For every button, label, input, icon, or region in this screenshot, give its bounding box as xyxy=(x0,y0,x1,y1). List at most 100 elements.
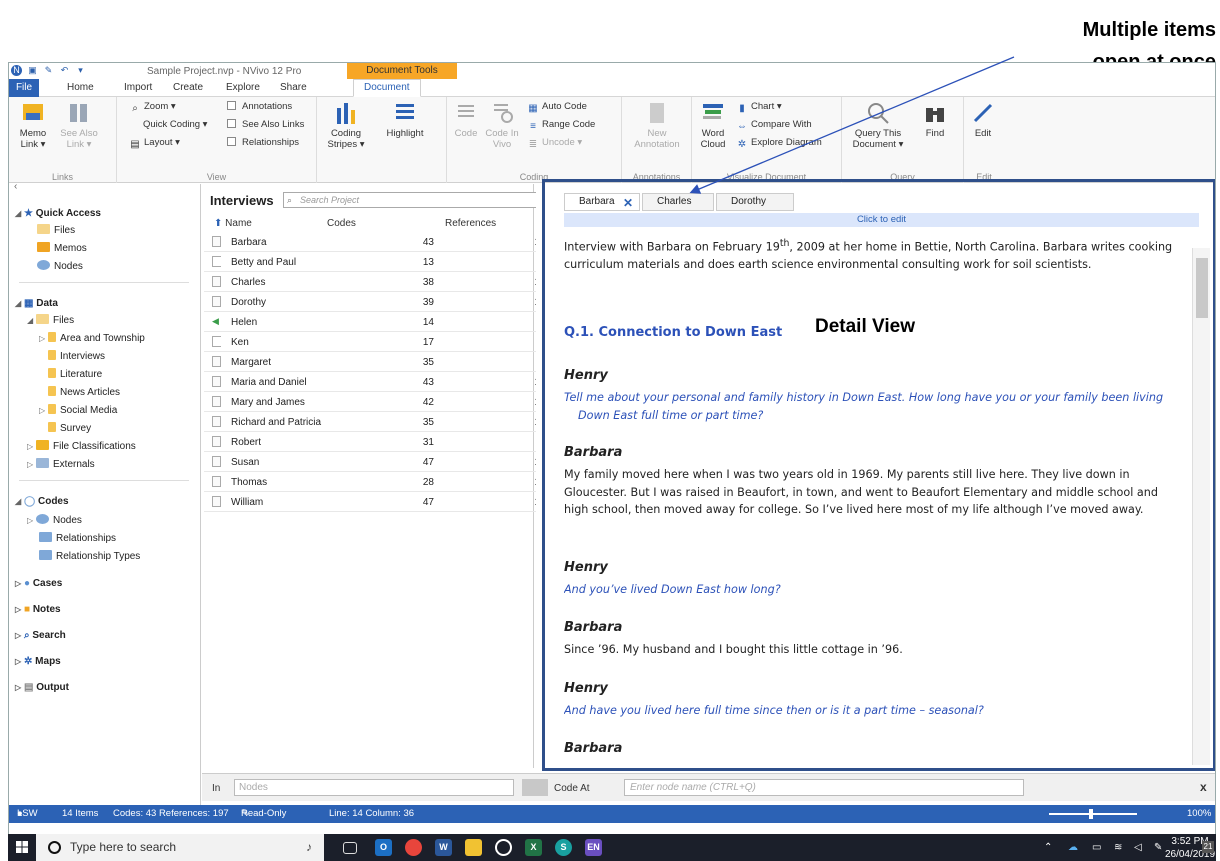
close-coding-bar-icon[interactable]: x xyxy=(1200,780,1207,794)
see-also-link-button[interactable]: See Also Link ▾ xyxy=(59,100,99,150)
table-row[interactable]: William 47 1 xyxy=(204,492,549,512)
uncode-button[interactable]: ≣ Uncode ▾ xyxy=(527,137,582,151)
battery-icon[interactable]: ▭ xyxy=(1092,841,1101,854)
tab-home[interactable]: Home xyxy=(67,82,94,93)
nav-data[interactable]: ◢ ▦ Data xyxy=(15,298,58,310)
onedrive-icon[interactable]: ☁ xyxy=(1068,841,1078,854)
table-row[interactable]: Dorothy 39 1 xyxy=(204,292,549,312)
word-icon[interactable]: W xyxy=(435,839,452,856)
nav-relationship-types[interactable]: Relationship Types xyxy=(39,550,140,563)
tab-document[interactable]: Document xyxy=(353,79,421,97)
volume-icon[interactable]: ◁ xyxy=(1134,841,1142,854)
document-content[interactable]: Interview with Barbara on February 19th,… xyxy=(564,229,1194,767)
word-cloud-button[interactable]: Word Cloud xyxy=(696,100,730,150)
explore-diagram-button[interactable]: ✲ Explore Diagram xyxy=(736,137,822,151)
table-row[interactable]: Barbara 43 1 xyxy=(204,232,549,252)
file-explorer-icon[interactable] xyxy=(465,839,482,856)
nav-folder-literature[interactable]: Literature xyxy=(48,368,102,381)
find-button[interactable]: Find xyxy=(920,100,950,139)
table-row[interactable]: Betty and Paul 13 xyxy=(204,252,549,272)
table-row[interactable]: Ken 17 xyxy=(204,332,549,352)
collapse-nav-icon[interactable]: ‹ xyxy=(14,181,17,193)
compare-with-button[interactable]: ⇔ Compare With xyxy=(736,119,812,133)
nav-relationships[interactable]: Relationships xyxy=(39,532,116,545)
task-view-icon[interactable] xyxy=(343,842,357,854)
edit-button[interactable]: Edit xyxy=(968,100,998,139)
zoom-button[interactable]: ⌕ Zoom ▾ xyxy=(129,101,176,115)
nav-quick-memos[interactable]: Memos xyxy=(37,242,87,255)
auto-code-button[interactable]: ▦ Auto Code xyxy=(527,101,587,115)
table-row[interactable]: Maria and Daniel 43 1 xyxy=(204,372,549,392)
tab-explore[interactable]: Explore xyxy=(226,82,260,93)
table-row[interactable]: Mary and James 42 1 xyxy=(204,392,549,412)
nav-quick-nodes[interactable]: Nodes xyxy=(37,260,83,273)
code-at-field[interactable]: Enter node name (CTRL+Q) xyxy=(624,779,1024,796)
document-scrollbar[interactable] xyxy=(1192,248,1210,765)
highlight-button[interactable]: Highlight xyxy=(377,100,433,139)
save-icon[interactable]: ▣ xyxy=(27,65,38,76)
code-in-vivo-button[interactable]: Code In Vivo xyxy=(485,100,519,150)
notification-center-icon[interactable]: 21 xyxy=(1202,841,1214,853)
zoom-slider[interactable] xyxy=(1049,809,1137,819)
nav-data-files[interactable]: ◢ Files xyxy=(27,314,74,327)
wifi-icon[interactable]: ≋ xyxy=(1114,841,1122,854)
annotations-check-box[interactable] xyxy=(227,101,236,110)
taskbar-search-box[interactable]: Type here to search ♪ xyxy=(36,834,324,861)
table-row[interactable]: Robert 31 xyxy=(204,432,549,452)
pen-icon[interactable]: ✎ xyxy=(1154,841,1162,854)
language-app-icon[interactable]: EN xyxy=(585,839,602,856)
relationships-checkbox[interactable]: Relationships xyxy=(227,137,299,149)
chart-button[interactable]: ▮ Chart ▾ xyxy=(736,101,781,115)
nav-output[interactable]: ▷ ▤ Output xyxy=(15,682,69,694)
tab-create[interactable]: Create xyxy=(173,82,203,93)
excel-icon[interactable]: X xyxy=(525,839,542,856)
nav-notes[interactable]: ▷ ■ Notes xyxy=(15,604,61,616)
nvivo-taskbar-icon[interactable] xyxy=(495,839,512,856)
chrome-icon[interactable] xyxy=(405,839,422,856)
nav-folder-social-media[interactable]: ▷ Social Media xyxy=(39,404,117,417)
doc-tab-dorothy[interactable]: Dorothy xyxy=(716,193,794,211)
range-code-button[interactable]: ≡ Range Code xyxy=(527,119,595,133)
new-annotation-button[interactable]: New Annotation xyxy=(632,100,682,150)
column-header-codes[interactable]: Codes xyxy=(327,218,356,229)
nav-quick-access[interactable]: ◢ ★ Quick Access xyxy=(15,208,101,220)
nav-folder-interviews[interactable]: Interviews xyxy=(48,350,105,363)
table-row[interactable]: ◀ Helen 14 xyxy=(204,312,549,332)
nav-codes-nodes[interactable]: ▷ Nodes xyxy=(27,514,82,527)
microphone-icon[interactable]: ♪ xyxy=(306,834,312,861)
tab-share[interactable]: Share xyxy=(280,82,307,93)
column-header-references[interactable]: References xyxy=(445,218,496,229)
nav-externals[interactable]: ▷ Externals xyxy=(27,458,95,471)
qat-dropdown-icon[interactable]: ▾ xyxy=(75,65,86,76)
code-at-selector[interactable] xyxy=(522,779,548,796)
quick-coding-button[interactable]: Quick Coding ▾ xyxy=(143,119,207,131)
tab-file[interactable]: File xyxy=(9,79,39,97)
zoom-slider-knob[interactable] xyxy=(1089,809,1093,819)
table-row[interactable]: Thomas 28 1 xyxy=(204,472,549,492)
see-also-links-check-box[interactable] xyxy=(227,119,236,128)
nav-folder-survey[interactable]: Survey xyxy=(48,422,91,435)
skype-icon[interactable]: S xyxy=(555,839,572,856)
query-this-document-button[interactable]: Query This Document ▾ xyxy=(848,100,908,150)
column-header-name[interactable]: ⬆ Name xyxy=(214,218,252,229)
nav-maps[interactable]: ▷ ✲ Maps xyxy=(15,656,61,668)
windows-start-icon[interactable] xyxy=(16,841,28,853)
outlook-icon[interactable]: O xyxy=(375,839,392,856)
scrollbar-thumb[interactable] xyxy=(1196,258,1208,318)
table-row[interactable]: Richard and Patricia 35 1 xyxy=(204,412,549,432)
table-row[interactable]: Margaret 35 xyxy=(204,352,549,372)
coding-stripes-button[interactable]: Coding Stripes ▾ xyxy=(323,100,369,150)
table-row[interactable]: Charles 38 1 xyxy=(204,272,549,292)
memo-link-button[interactable]: Memo Link ▾ xyxy=(13,100,53,150)
nav-folder-area-township[interactable]: ▷ Area and Township xyxy=(39,332,145,345)
nav-cases[interactable]: ▷ ● Cases xyxy=(15,578,62,590)
tray-chevron-icon[interactable]: ⌃ xyxy=(1044,841,1052,854)
doc-tab-barbara[interactable]: Barbara ✕ xyxy=(564,193,640,211)
edit-pen-icon[interactable]: ✎ xyxy=(43,65,54,76)
undo-icon[interactable]: ↶ xyxy=(59,65,70,76)
nav-quick-files[interactable]: Files xyxy=(37,224,75,237)
relationships-check-box[interactable] xyxy=(227,137,236,146)
layout-button[interactable]: ▤ Layout ▾ xyxy=(129,137,180,151)
nav-search[interactable]: ▷ ⌕ Search xyxy=(15,630,66,642)
tab-import[interactable]: Import xyxy=(124,82,152,93)
